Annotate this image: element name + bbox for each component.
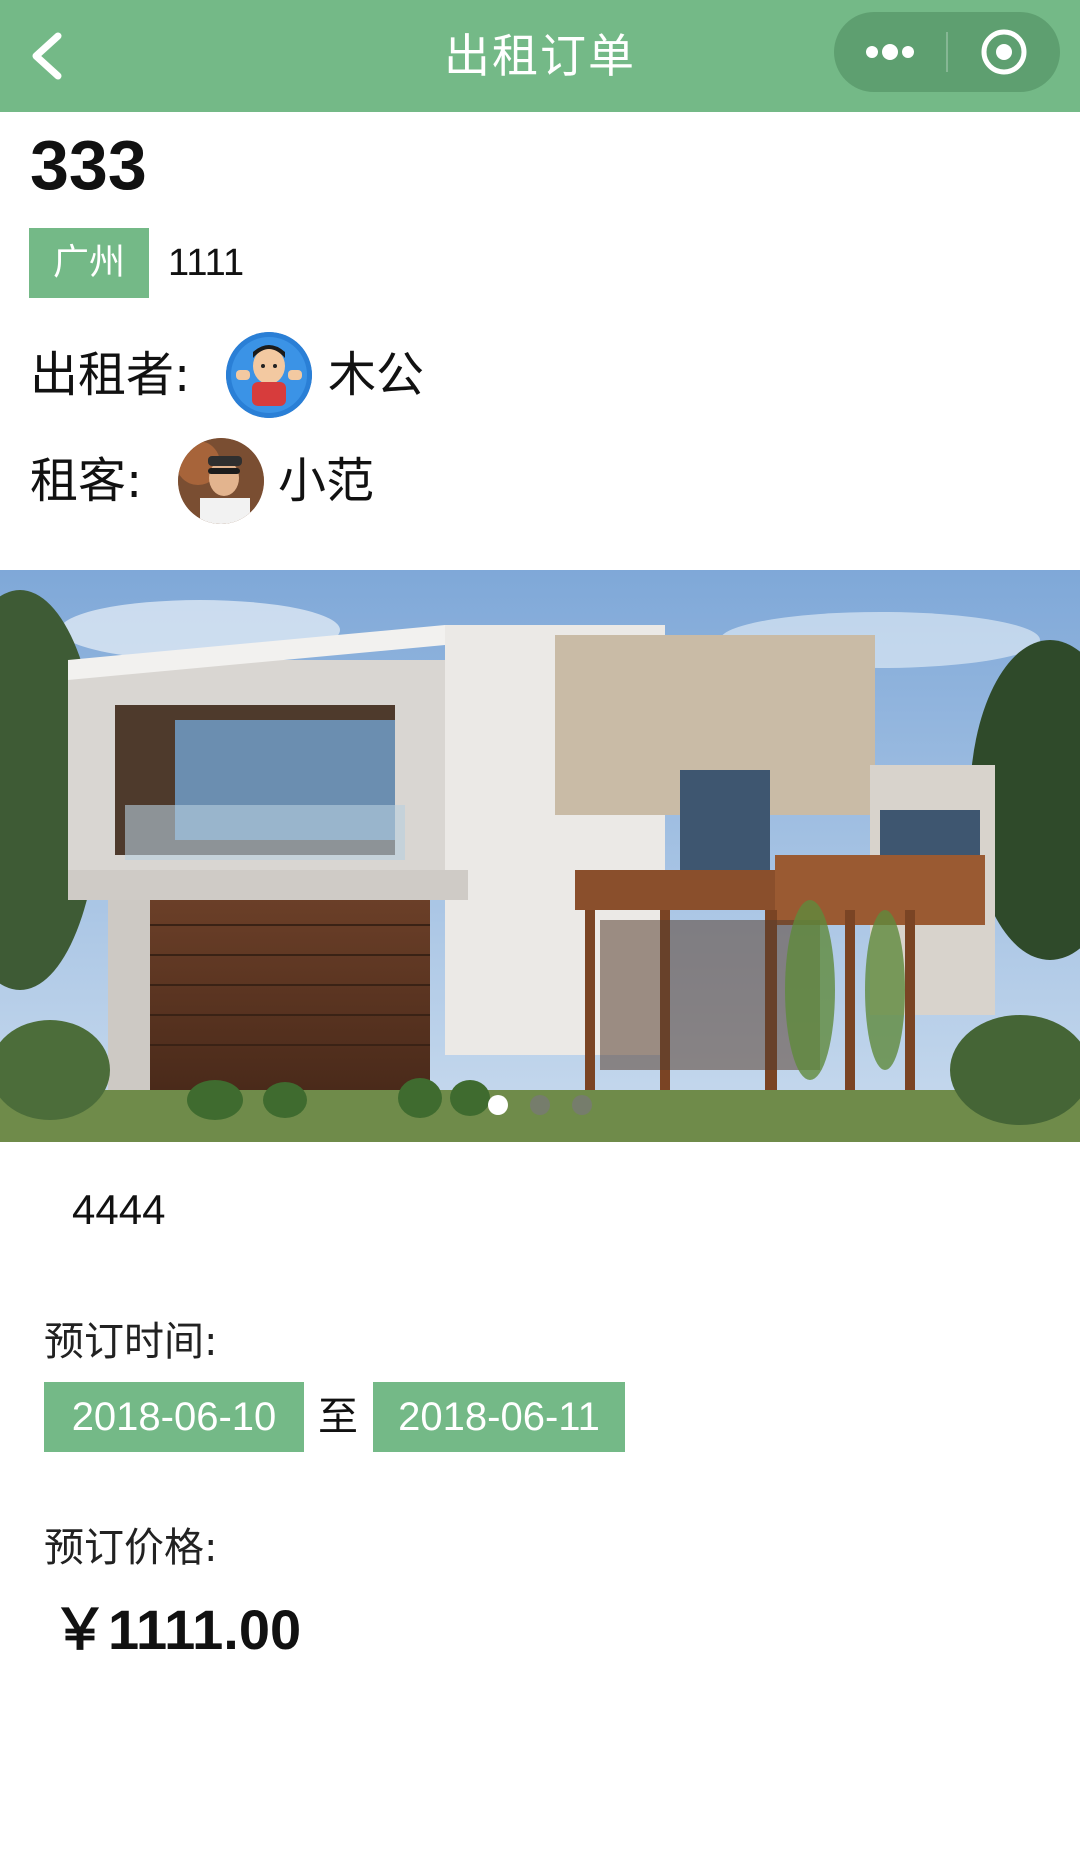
city-detail: 1111	[168, 242, 245, 284]
more-dots-icon	[866, 44, 914, 60]
end-date-chip: 2018-06-11	[373, 1382, 625, 1452]
booking-time-label: 预订时间:	[44, 1319, 218, 1365]
listing-description: 4444	[72, 1186, 166, 1233]
listing-title: 333	[30, 126, 147, 204]
carousel-dot[interactable]	[530, 1095, 550, 1115]
landlord-name: 木公	[328, 347, 425, 403]
chevron-left-icon	[32, 32, 62, 80]
landlord-row: 出租者: 木公	[30, 332, 730, 418]
back-button[interactable]	[24, 28, 72, 84]
booking-price-label: 预订价格:	[44, 1525, 218, 1571]
carousel-dot-active[interactable]	[488, 1095, 508, 1115]
tenant-avatar[interactable]	[178, 438, 264, 524]
mini-program-capsule	[834, 12, 1060, 92]
close-program-button[interactable]	[948, 12, 1060, 92]
listing-photo-carousel[interactable]	[0, 570, 1080, 1142]
city-tag: 广州	[29, 228, 149, 298]
tenant-name: 小范	[278, 453, 375, 509]
target-icon	[981, 29, 1027, 75]
booking-price: ￥1111.00	[52, 1598, 302, 1661]
tenant-row: 租客: 小范	[30, 438, 730, 524]
top-nav-bar: 出租订单	[0, 0, 1080, 112]
start-date-chip: 2018-06-10	[44, 1382, 304, 1452]
landlord-label: 出租者:	[30, 347, 191, 403]
more-button[interactable]	[834, 12, 946, 92]
date-separator: 至	[318, 1394, 358, 1440]
house-photo	[0, 570, 1080, 1142]
landlord-avatar[interactable]	[226, 332, 312, 418]
carousel-dot[interactable]	[572, 1095, 592, 1115]
tenant-label: 租客:	[30, 453, 143, 509]
